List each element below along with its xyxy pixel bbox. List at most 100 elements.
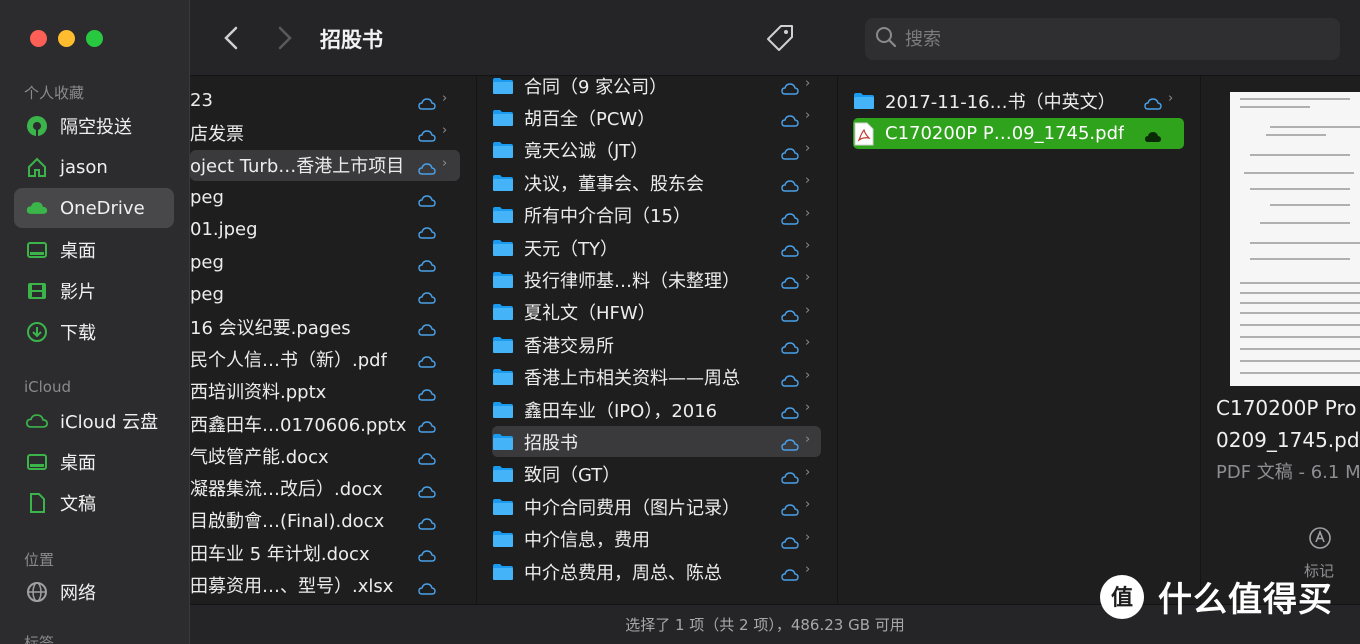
item-name: 23 xyxy=(190,90,213,111)
sidebar-item-documents[interactable]: 文稿 xyxy=(14,483,174,523)
folder-icon xyxy=(493,466,513,483)
sidebar-item-onedrive[interactable]: OneDrive xyxy=(14,188,174,228)
sidebar-item-label: 下载 xyxy=(60,323,96,344)
folder-icon xyxy=(493,336,513,353)
folder-icon xyxy=(493,109,513,126)
item-name: 2017-11-16…书（中英文） xyxy=(885,91,1116,113)
item-name: 中介总费用，周总、陈总 xyxy=(524,562,722,584)
sidebar-item-label: 文稿 xyxy=(60,494,96,515)
back-button[interactable] xyxy=(220,24,244,52)
list-item[interactable]: 所有中介合同（15） xyxy=(492,200,821,231)
toolbar: 招股书 xyxy=(190,0,1360,76)
sidebar-section-favorites: 个人收藏 xyxy=(24,84,85,102)
item-name: 天元（TY） xyxy=(524,238,618,260)
cloud-status-icon xyxy=(418,257,436,272)
sidebar-item-jason[interactable]: jason xyxy=(14,147,174,187)
close-button[interactable] xyxy=(30,30,47,47)
cloud-status-icon xyxy=(418,483,436,498)
thumbnail-line xyxy=(1240,360,1360,362)
sidebar-item-label: 网络 xyxy=(60,583,96,604)
sidebar-item-desktop[interactable]: 桌面 xyxy=(14,230,174,270)
minimize-button[interactable] xyxy=(58,30,75,47)
finder-window: 个人收藏 隔空投送 jason OneDrive 桌面 影片 下载 iCloud… xyxy=(0,0,1360,644)
thumbnail-line xyxy=(1250,258,1350,260)
chevron-right-icon: › xyxy=(805,335,811,351)
item-name: 竟天公诚（JT） xyxy=(524,141,649,163)
home-icon xyxy=(26,156,48,178)
tag-icon[interactable] xyxy=(764,22,796,54)
cloud-status-icon xyxy=(781,307,799,322)
search-field[interactable] xyxy=(865,18,1340,60)
list-item[interactable]: 致同（GT） xyxy=(492,459,821,490)
thumbnail-line xyxy=(1270,204,1350,206)
thumbnail-line xyxy=(1240,348,1360,350)
sidebar-item-airdrop[interactable]: 隔空投送 xyxy=(14,106,174,146)
download-icon xyxy=(26,321,48,343)
thumbnail-line xyxy=(1240,302,1360,304)
sidebar-item-label: 影片 xyxy=(60,282,96,303)
folder-icon xyxy=(493,142,513,159)
item-name: C170200P P…09_1745.pdf xyxy=(885,123,1125,144)
list-item[interactable]: 中介信息，费用 xyxy=(492,524,821,555)
file-row[interactable]: C170200P P…09_1745.pdf xyxy=(853,118,1184,149)
list-item[interactable]: 夏礼文（HFW） xyxy=(492,297,821,328)
thumbnail-line xyxy=(1240,282,1360,284)
list-item[interactable]: 竟天公诚（JT） xyxy=(492,135,821,166)
column-2[interactable]: 合同（9 家公司） › 胡百全（PCW） › 竟天公诚（JT） › 决议，董事会、股东会 › 所… xyxy=(478,76,838,604)
list-item[interactable]: 胡百全（PCW） xyxy=(492,102,821,133)
item-name: 中介信息，费用 xyxy=(524,530,650,552)
watermark-logo-glyph: 值 xyxy=(1111,585,1133,611)
cloud-status-icon xyxy=(781,404,799,419)
folder-icon xyxy=(493,77,513,94)
cloud-status-icon xyxy=(418,547,436,562)
chevron-right-icon: › xyxy=(805,238,811,253)
chevron-right-icon: › xyxy=(805,205,811,221)
list-item[interactable]: 决议，董事会、股东会 xyxy=(492,167,821,198)
list-item[interactable]: 2017-11-16…书（中英文） xyxy=(853,85,1184,116)
item-name: peg xyxy=(190,251,224,273)
folder-icon xyxy=(854,92,874,109)
chevron-right-icon: › xyxy=(442,155,448,171)
list-item[interactable]: 中介合同费用（图片记录） xyxy=(492,491,821,522)
watermark: 值 什么值得买 xyxy=(1098,572,1333,621)
thumbnail-line xyxy=(1260,222,1350,224)
sidebar-item-icloud-desktop[interactable]: 桌面 xyxy=(14,442,174,482)
list-item[interactable]: 鑫田车业（IPO），2016 xyxy=(492,394,821,425)
list-item[interactable]: 合同（9 家公司） xyxy=(492,76,821,101)
thumbnail-line xyxy=(1240,336,1360,338)
column-1[interactable]: 23 › 店发票 › oject Turb…香港上市项目 › peg 01.jpeg peg pe… xyxy=(190,76,477,604)
sidebar-item-icloud-drive[interactable]: iCloud 云盘 xyxy=(14,401,174,441)
chevron-right-icon: › xyxy=(805,140,811,156)
sidebar-item-network[interactable]: 网络 xyxy=(14,572,174,612)
sidebar-item-label: 隔空投送 xyxy=(60,117,132,138)
cloud-icon xyxy=(26,197,48,219)
pdf-thumbnail xyxy=(1230,92,1360,386)
search-input[interactable] xyxy=(905,28,1305,50)
markup-icon[interactable] xyxy=(1308,526,1332,550)
list-item[interactable]: 香港上市相关资料——周总 xyxy=(492,362,821,393)
list-item[interactable]: 天元（TY） xyxy=(492,232,821,263)
list-item[interactable]: 中介总费用，周总、陈总 xyxy=(492,556,821,587)
item-name: 胡百全（PCW） xyxy=(524,108,656,130)
thumbnail-line xyxy=(1240,106,1310,108)
cloud-status-icon xyxy=(781,210,799,225)
zoom-button[interactable] xyxy=(86,30,103,47)
sidebar-item-movies[interactable]: 影片 xyxy=(14,271,174,311)
list-item[interactable]: 投行律师基…料（未整理） xyxy=(492,264,821,295)
list-item[interactable]: 香港交易所 xyxy=(492,329,821,360)
cloud-status-icon xyxy=(418,321,436,336)
chevron-right-icon: › xyxy=(805,270,811,286)
thumbnail-line xyxy=(1270,126,1360,128)
item-name: 投行律师基…料（未整理） xyxy=(524,270,740,292)
folder-icon xyxy=(493,563,513,580)
list-item[interactable]: 招股书 xyxy=(492,426,821,458)
folder-icon xyxy=(493,239,513,256)
forward-button[interactable] xyxy=(272,24,296,52)
preview-filename: C170200P Pro xyxy=(1216,396,1357,420)
sidebar-item-downloads[interactable]: 下载 xyxy=(14,312,174,352)
column-3[interactable]: 2017-11-16…书（中英文） › C170200P P…09_1745.pdf xyxy=(839,76,1201,604)
item-name: 夏礼文（HFW） xyxy=(524,303,656,325)
sidebar-item-label: OneDrive xyxy=(60,197,145,219)
cloud-status-icon xyxy=(781,372,799,387)
pdf-file-icon xyxy=(854,122,874,145)
